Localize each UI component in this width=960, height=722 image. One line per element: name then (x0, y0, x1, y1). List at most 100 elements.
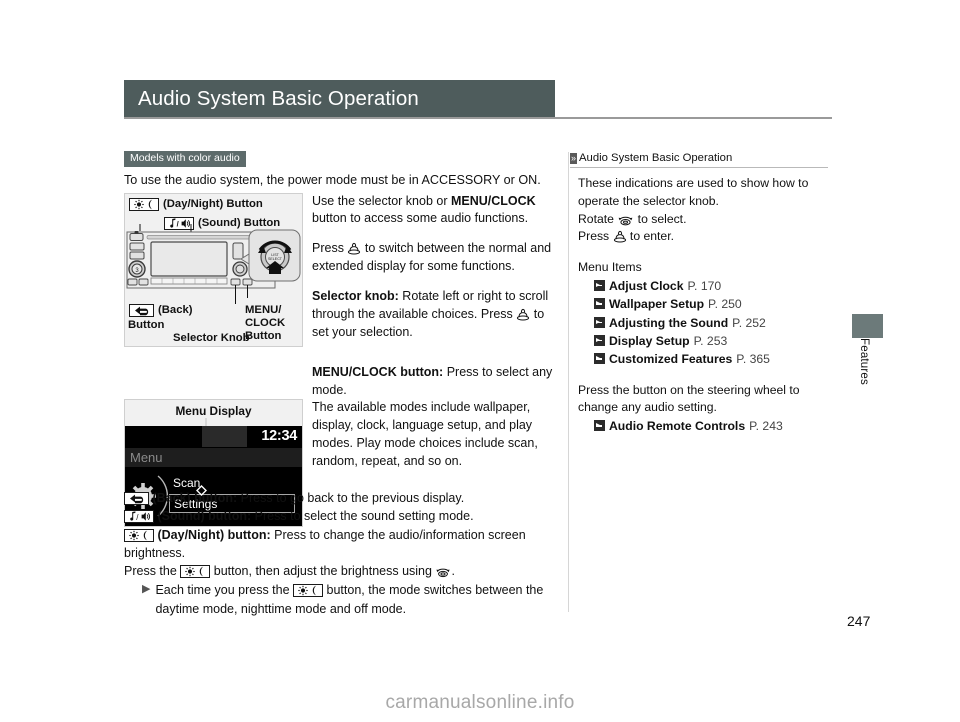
press-line-pre: Press the (124, 564, 181, 578)
link-name: Adjusting the Sound (609, 315, 729, 330)
sidebar-link-adjusting-the-sound[interactable]: Adjusting the Sound P. 252 (594, 314, 830, 332)
p3-bold: Selector knob: (312, 289, 399, 304)
link-page: P. 253 (693, 333, 728, 348)
press-knob-icon (613, 231, 626, 243)
press-knob-icon (517, 308, 530, 321)
link-page: P. 250 (708, 297, 742, 312)
right-text-column: Use the selector knob or MENU/CLOCK butt… (312, 193, 556, 471)
link-name: Audio Remote Controls (609, 419, 746, 434)
screen-menu-bar: Menu (125, 447, 302, 467)
intro-paragraph: To use the audio system, the power mode … (124, 172, 541, 187)
audio-unit-illustration: (Day/Night) Button / (Sound) Button 3 LI… (125, 194, 302, 346)
triangle-bullet-icon: ▶ (142, 583, 151, 596)
figure-and-text: (Day/Night) Button / (Sound) Button 3 LI… (124, 192, 556, 527)
link-name: Customized Features (609, 352, 733, 367)
sidebar-gap-2 (578, 369, 830, 382)
sound-row-label: (Sound) button: (157, 509, 252, 524)
reference-arrow-icon (594, 334, 605, 346)
button-description-block: (Back) button: Press to go back to the p… (124, 489, 564, 618)
press-line-post: . (451, 564, 455, 578)
bullet-row: ▶ Each time you press the button, the mo… (142, 581, 564, 618)
back-caption-text-2: Button (128, 318, 165, 331)
back-button-row: (Back) button: Press to go back to the p… (124, 489, 564, 507)
p4-post: The available modes include wallpaper, d… (312, 400, 538, 469)
press-line-mid: button, then adjust the brightness using (210, 564, 436, 578)
p1-pre: Use the selector knob or (312, 193, 451, 208)
screen-top-segment (202, 425, 247, 447)
sidebar-link-display-setup[interactable]: Display Setup P. 253 (594, 332, 830, 350)
daynight-button-icon (124, 528, 154, 542)
back-row-text: Press to go back to the previous display… (237, 491, 465, 505)
daynight-row-label: (Day/Night) button: (157, 527, 271, 542)
sidebar-link-wallpaper-setup[interactable]: Wallpaper Setup P. 250 (594, 295, 830, 313)
sound-button-icon: / (124, 510, 154, 524)
menu-display-caption: Menu Display (175, 403, 252, 418)
back-button-icon (124, 492, 149, 505)
sidebar-intro: These indications are used to show how t… (578, 176, 809, 208)
sidebar-steering-note: Press the button on the steering wheel t… (578, 382, 800, 415)
sidebar-link-audio-remote-controls[interactable]: Audio Remote Controls P. 243 (594, 417, 830, 435)
menuclock-caption-line-2: CLOCK (245, 316, 286, 329)
page-number: 247 (847, 613, 871, 629)
reference-arrow-icon (594, 316, 605, 328)
back-caption-text: (Back) (158, 304, 193, 317)
menuclock-caption: MENU/ CLOCK Button (245, 304, 285, 343)
sidebar-press-line: Press to enter. (578, 228, 830, 246)
double-chevron-icon: » (570, 152, 578, 164)
brightness-word-row: brightness. (124, 545, 186, 560)
watermark: carmanualsonline.info (385, 692, 575, 713)
link-page: P. 243 (749, 419, 783, 434)
daynight-caption-text: (Day/Night) Button (163, 198, 263, 211)
sidebar-divider (570, 167, 828, 168)
reference-arrow-icon (594, 280, 605, 292)
sound-row-text: Press to select the sound setting mode. (251, 509, 474, 524)
page-title: Audio System Basic Operation (138, 87, 419, 110)
back-button-caption: (Back) (129, 303, 193, 317)
selector-knob-caption: Selector Knob (173, 331, 250, 344)
back-row-label: (Back) button: (152, 491, 238, 505)
header-divider (124, 117, 832, 119)
link-page: P. 252 (732, 315, 766, 330)
sidebar-header: » Audio System Basic Operation (570, 152, 830, 165)
reference-arrow-icon (594, 298, 605, 310)
link-page: P. 170 (687, 279, 722, 294)
screen-clock: 12:34 (261, 427, 297, 444)
audio-unit-figure: (Day/Night) Button / (Sound) Button 3 LI… (124, 192, 303, 347)
rotate-pre: Rotate (578, 211, 618, 226)
manual-page: Audio System Basic Operation Features 24… (0, 0, 960, 722)
daynight-button-caption: (Day/Night) Button (129, 197, 263, 211)
sidebar-body: These indications are used to show how t… (570, 175, 830, 435)
reference-arrow-icon (594, 353, 605, 365)
paragraph-selector-knob-intro: Use the selector knob or MENU/CLOCK butt… (312, 193, 556, 229)
paragraph-press-knob: Press to switch between the normal and e… (312, 240, 556, 276)
link-name: Display Setup (609, 333, 690, 348)
sidebar-rotate-line: Rotate to select. (578, 211, 830, 229)
page-header-bar: Audio System Basic Operation (124, 80, 555, 118)
bullet-pre: Each time you press the (155, 583, 294, 598)
press-knob-icon (348, 243, 361, 255)
models-tag: Models with color audio (124, 150, 246, 167)
sidebar-link-customized-features[interactable]: Customized Features P. 365 (594, 350, 830, 368)
sidebar-header-text: Audio System Basic Operation (579, 152, 733, 164)
sidebar-link-adjust-clock[interactable]: Adjust Clock P. 170 (594, 277, 830, 295)
svg-text:/: / (136, 513, 139, 522)
sidebar-menu-items-label: Menu Items (578, 260, 642, 275)
p2-pre: Press (312, 241, 348, 256)
daynight-row-text: Press to change the audio/information sc… (270, 527, 526, 542)
reference-sidebar: » Audio System Basic Operation These ind… (568, 152, 830, 612)
press-post: to enter. (626, 229, 674, 244)
rotate-knob-icon (436, 568, 451, 578)
bullet-text: Each time you press the button, the mode (155, 581, 564, 618)
screen-menu-label: Menu (130, 449, 163, 465)
menuclock-caption-line-1: MENU/ (245, 303, 282, 316)
main-content-column: Models with color audio To use the audio… (124, 148, 556, 527)
daynight-button-row: (Day/Night) button: Press to change the … (124, 526, 564, 544)
sound-button-row: / (Sound) button: Press to select the so… (124, 507, 564, 525)
p1-post: button to access some audio functions. (312, 211, 529, 226)
paragraph-selector-knob: Selector knob: Rotate left or right to s… (312, 288, 556, 342)
sidebar-gap-1 (578, 246, 830, 259)
link-name: Adjust Clock (609, 279, 684, 294)
link-page: P. 365 (736, 352, 770, 367)
link-name: Wallpaper Setup (609, 297, 705, 312)
svg-text:SELECT: SELECT (268, 257, 283, 261)
